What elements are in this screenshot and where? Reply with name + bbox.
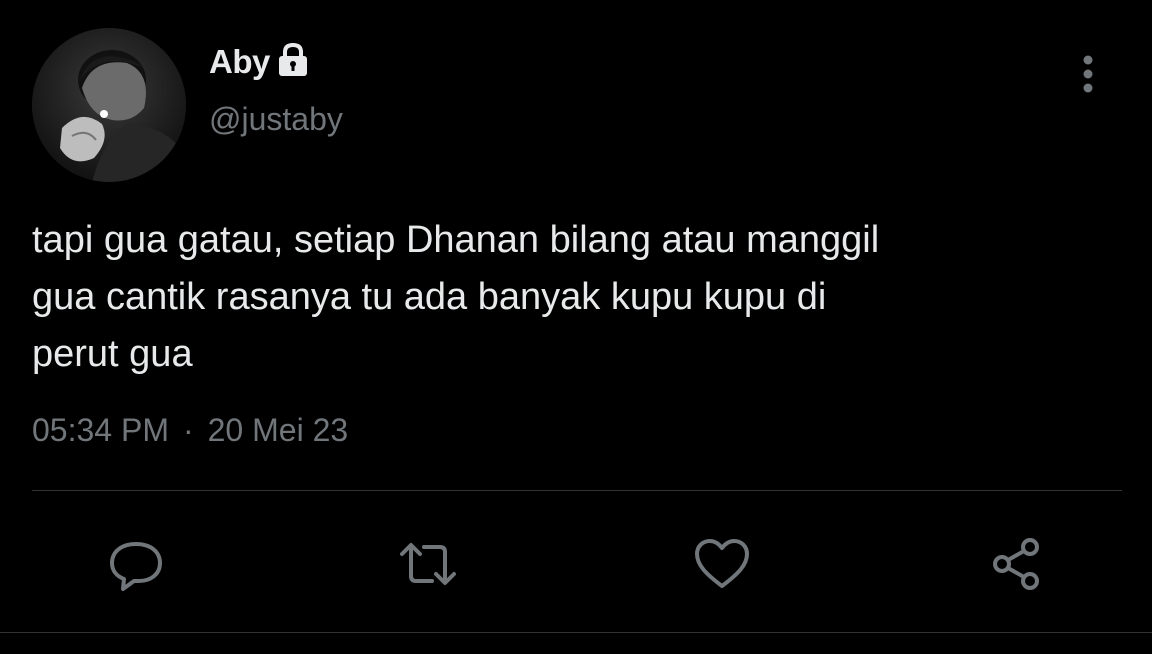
share-button[interactable] <box>986 534 1046 594</box>
divider <box>32 490 1122 491</box>
tweet-time[interactable]: 05:34 PM <box>32 412 169 449</box>
bottom-divider <box>0 632 1152 633</box>
retweet-icon <box>400 543 456 585</box>
more-options-button[interactable] <box>1066 52 1110 96</box>
lock-icon <box>276 42 310 78</box>
more-vertical-icon <box>1083 55 1093 93</box>
reply-button[interactable] <box>106 534 166 594</box>
share-icon <box>993 538 1039 590</box>
profile-photo <box>32 28 186 182</box>
author-name-row: Aby <box>209 40 310 84</box>
heart-icon <box>695 539 749 588</box>
avatar[interactable] <box>32 28 186 182</box>
retweet-button[interactable] <box>398 534 458 594</box>
like-button[interactable] <box>692 534 752 594</box>
tweet-text: tapi gua gatau, setiap Dhanan bilang ata… <box>32 219 880 375</box>
display-name[interactable]: Aby <box>209 43 270 81</box>
reply-icon <box>110 542 162 591</box>
tweet-date[interactable]: 20 Mei 23 <box>208 412 349 449</box>
author-handle[interactable]: @justaby <box>209 101 343 138</box>
tweet-meta: 05:34 PM · 20 Mei 23 <box>32 412 348 449</box>
meta-separator: · <box>182 412 194 448</box>
